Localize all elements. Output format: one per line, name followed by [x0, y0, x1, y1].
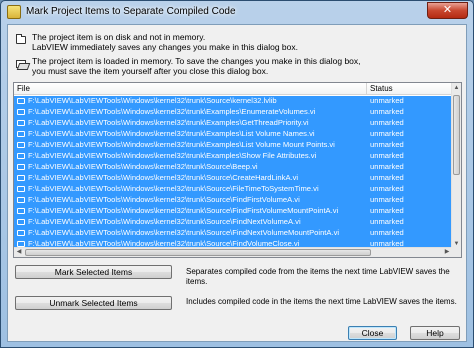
folder-icon [17, 164, 25, 170]
labview-app-icon [7, 5, 21, 19]
row-file-path: F:\LabVIEW\LabVIEWTools\Windows\kernel32… [28, 206, 339, 215]
legend-on-disk-text: The project item is on disk and not in m… [32, 32, 452, 52]
folder-icon [17, 208, 25, 214]
row-file-path: F:\LabVIEW\LabVIEWTools\Windows\kernel32… [28, 184, 319, 193]
list-rows: F:\LabVIEW\LabVIEWTools\Windows\kernel32… [14, 96, 452, 257]
folder-icon [17, 219, 25, 225]
help-button[interactable]: Help [410, 326, 460, 340]
row-file-path: F:\LabVIEW\LabVIEWTools\Windows\kernel32… [28, 96, 277, 105]
folder-icon [17, 120, 25, 126]
dialog-window: Mark Project Items to Separate Compiled … [0, 0, 474, 348]
window-close-button[interactable]: ✕ [427, 2, 468, 19]
mark-selected-items-button[interactable]: Mark Selected Items [15, 265, 172, 279]
folder-icon [17, 131, 25, 137]
list-row[interactable]: F:\LabVIEW\LabVIEWTools\Windows\kernel32… [14, 96, 452, 107]
list-row[interactable]: F:\LabVIEW\LabVIEWTools\Windows\kernel32… [14, 129, 452, 140]
scroll-left-icon[interactable]: ◀ [14, 248, 24, 257]
folder-icon [17, 142, 25, 148]
list-header: File Status [14, 83, 452, 95]
row-status: unmarked [370, 118, 404, 127]
row-file-path: F:\LabVIEW\LabVIEWTools\Windows\kernel32… [28, 129, 315, 138]
row-file-path: F:\LabVIEW\LabVIEWTools\Windows\kernel32… [28, 217, 301, 226]
folder-icon [17, 98, 25, 104]
row-status: unmarked [370, 96, 404, 105]
row-status: unmarked [370, 206, 404, 215]
scroll-corner [451, 247, 461, 257]
unmark-description: Includes compiled code in the items the … [186, 297, 457, 306]
vertical-scroll-thumb[interactable] [453, 95, 460, 175]
list-row[interactable]: F:\LabVIEW\LabVIEWTools\Windows\kernel32… [14, 195, 452, 206]
legend-in-memory-text: The project item is loaded in memory. To… [32, 56, 452, 76]
folder-icon [17, 153, 25, 159]
folder-icon [17, 186, 25, 192]
project-items-list[interactable]: File Status F:\LabVIEW\LabVIEWTools\Wind… [13, 82, 462, 258]
column-header-status[interactable]: Status [370, 84, 393, 93]
list-row[interactable]: F:\LabVIEW\LabVIEWTools\Windows\kernel32… [14, 151, 452, 162]
row-status: unmarked [370, 195, 404, 204]
folder-icon [17, 175, 25, 181]
dialog-content: The project item is on disk and not in m… [7, 24, 467, 342]
row-file-path: F:\LabVIEW\LabVIEWTools\Windows\kernel32… [28, 173, 299, 182]
horizontal-scroll-thumb[interactable] [25, 249, 371, 256]
row-file-path: F:\LabVIEW\LabVIEWTools\Windows\kernel32… [28, 228, 340, 237]
title-bar[interactable]: Mark Project Items to Separate Compiled … [1, 1, 473, 23]
list-row[interactable]: F:\LabVIEW\LabVIEWTools\Windows\kernel32… [14, 107, 452, 118]
column-divider[interactable] [366, 83, 367, 95]
list-row[interactable]: F:\LabVIEW\LabVIEWTools\Windows\kernel32… [14, 217, 452, 228]
unmark-selected-items-button[interactable]: Unmark Selected Items [15, 296, 172, 310]
row-file-path: F:\LabVIEW\LabVIEWTools\Windows\kernel32… [28, 195, 300, 204]
list-row[interactable]: F:\LabVIEW\LabVIEWTools\Windows\kernel32… [14, 162, 452, 173]
row-status: unmarked [370, 140, 404, 149]
list-row[interactable]: F:\LabVIEW\LabVIEWTools\Windows\kernel32… [14, 184, 452, 195]
legend-on-disk-line1: The project item is on disk and not in m… [32, 32, 206, 42]
list-row[interactable]: F:\LabVIEW\LabVIEWTools\Windows\kernel32… [14, 206, 452, 217]
horizontal-scrollbar[interactable]: ◀ ▶ [14, 247, 452, 257]
row-status: unmarked [370, 151, 404, 160]
scroll-up-icon[interactable]: ▲ [452, 83, 461, 93]
row-status: unmarked [370, 129, 404, 138]
list-row[interactable]: F:\LabVIEW\LabVIEWTools\Windows\kernel32… [14, 118, 452, 129]
row-status: unmarked [370, 184, 404, 193]
folder-open-icon [16, 60, 26, 68]
row-status: unmarked [370, 217, 404, 226]
vertical-scrollbar[interactable]: ▲ ▼ [451, 83, 461, 249]
legend-in-memory-line2: you must save the item yourself after yo… [32, 66, 269, 76]
row-file-path: F:\LabVIEW\LabVIEWTools\Windows\kernel32… [28, 118, 309, 127]
legend-in-memory-line1: The project item is loaded in memory. To… [32, 56, 361, 66]
mark-description: Separates compiled code from the items t… [186, 267, 450, 286]
folder-icon [17, 109, 25, 115]
row-status: unmarked [370, 107, 404, 116]
row-file-path: F:\LabVIEW\LabVIEWTools\Windows\kernel32… [28, 140, 335, 149]
list-row[interactable]: F:\LabVIEW\LabVIEWTools\Windows\kernel32… [14, 173, 452, 184]
row-status: unmarked [370, 162, 404, 171]
window-title: Mark Project Items to Separate Compiled … [26, 6, 236, 17]
column-header-file[interactable]: File [17, 84, 30, 93]
legend-on-disk-line2: LabVIEW immediately saves any changes yo… [32, 42, 298, 52]
folder-closed-icon [16, 34, 26, 44]
row-file-path: F:\LabVIEW\LabVIEWTools\Windows\kernel32… [28, 107, 316, 116]
close-button[interactable]: Close [348, 326, 397, 340]
row-status: unmarked [370, 228, 404, 237]
list-row[interactable]: F:\LabVIEW\LabVIEWTools\Windows\kernel32… [14, 140, 452, 151]
folder-icon [17, 197, 25, 203]
row-file-path: F:\LabVIEW\LabVIEWTools\Windows\kernel32… [28, 151, 317, 160]
list-row[interactable]: F:\LabVIEW\LabVIEWTools\Windows\kernel32… [14, 228, 452, 239]
row-status: unmarked [370, 173, 404, 182]
folder-icon [17, 230, 25, 236]
row-file-path: F:\LabVIEW\LabVIEWTools\Windows\kernel32… [28, 162, 258, 171]
